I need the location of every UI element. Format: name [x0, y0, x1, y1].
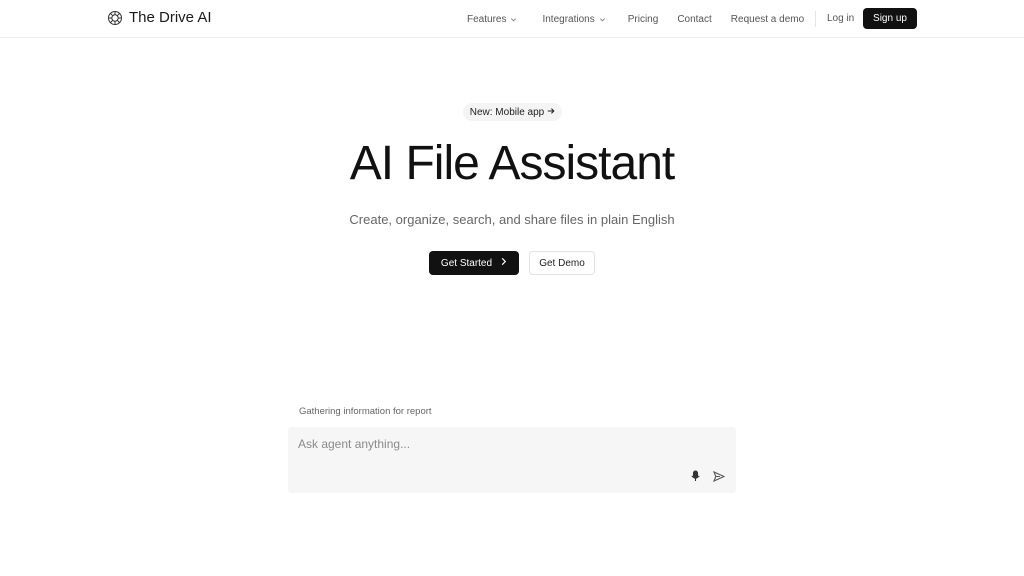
nav-pricing-link[interactable]: Pricing	[628, 14, 659, 25]
agent-input-box	[288, 427, 736, 493]
nav-features-dropdown[interactable]: Features	[467, 14, 517, 25]
main-nav: Features Integrations Pricing Contact Re…	[467, 0, 804, 38]
nav-contact-link[interactable]: Contact	[677, 14, 711, 25]
nav-divider	[815, 11, 816, 27]
microphone-icon[interactable]	[688, 469, 702, 483]
nav-features-label: Features	[467, 13, 507, 25]
chevron-right-icon	[500, 257, 507, 269]
login-link[interactable]: Log in	[827, 13, 854, 24]
top-navigation: The Drive AI Features Integrations Prici…	[0, 0, 1024, 38]
get-started-button[interactable]: Get Started	[429, 251, 519, 275]
mobile-app-badge[interactable]: New: Mobile app	[463, 103, 562, 121]
agent-input[interactable]	[298, 435, 678, 453]
brain-logo-icon	[107, 10, 123, 26]
agent-status-text: Gathering information for report	[299, 406, 432, 417]
chevron-down-icon	[599, 16, 606, 23]
get-demo-button[interactable]: Get Demo	[529, 251, 595, 275]
hero-title: AI File Assistant	[349, 137, 675, 190]
send-icon[interactable]	[712, 469, 726, 483]
get-started-label: Get Started	[440, 257, 493, 269]
badge-label: New: Mobile app	[469, 106, 545, 118]
brand-name: The Drive AI	[129, 9, 212, 26]
hero-subtitle: Create, organize, search, and share file…	[349, 212, 675, 227]
arrow-right-icon	[547, 107, 555, 118]
nav-request-demo-link[interactable]: Request a demo	[731, 14, 804, 25]
brand-link[interactable]: The Drive AI	[107, 9, 212, 26]
nav-integrations-dropdown[interactable]: Integrations	[542, 14, 605, 25]
nav-integrations-label: Integrations	[542, 13, 595, 25]
signup-button[interactable]: Sign up	[863, 8, 917, 29]
chevron-down-icon	[510, 16, 517, 23]
